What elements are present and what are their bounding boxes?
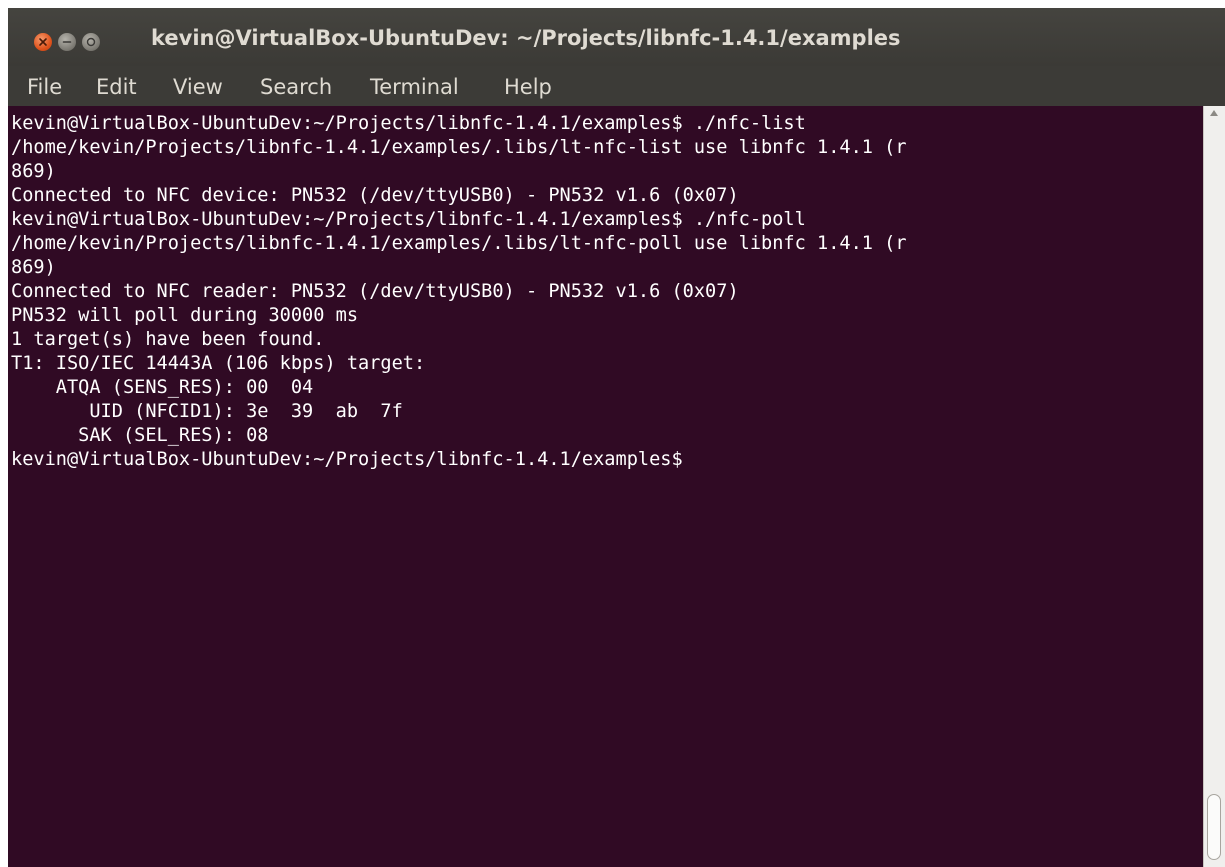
menu-help[interactable]: Help	[504, 75, 552, 99]
terminal-line: 869)	[11, 257, 56, 278]
terminal-output: kevin@VirtualBox-UbuntuDev:~/Projects/li…	[11, 112, 907, 472]
scrollbar-thumb[interactable]	[1207, 794, 1221, 860]
terminal-line: 1 target(s) have been found.	[11, 329, 325, 350]
maximize-icon[interactable]	[82, 33, 100, 51]
close-icon[interactable]	[34, 33, 52, 51]
terminal-window: kevin@VirtualBox-UbuntuDev: ~/Projects/l…	[8, 8, 1225, 867]
title-bar[interactable]: kevin@VirtualBox-UbuntuDev: ~/Projects/l…	[8, 8, 1225, 66]
terminal-line: PN532 will poll during 30000 ms	[11, 305, 359, 326]
terminal-line: Connected to NFC device: PN532 (/dev/tty…	[11, 185, 739, 206]
menu-search[interactable]: Search	[260, 75, 332, 99]
terminal-line: ATQA (SENS_RES): 00 04	[11, 377, 314, 398]
terminal-line: /home/kevin/Projects/libnfc-1.4.1/exampl…	[11, 137, 907, 158]
terminal-prompt-line: kevin@VirtualBox-UbuntuDev:~/Projects/li…	[11, 449, 683, 470]
terminal-area[interactable]: kevin@VirtualBox-UbuntuDev:~/Projects/li…	[8, 106, 1203, 867]
window-title: kevin@VirtualBox-UbuntuDev: ~/Projects/l…	[151, 26, 901, 50]
terminal-line: kevin@VirtualBox-UbuntuDev:~/Projects/li…	[11, 113, 806, 134]
minimize-icon[interactable]	[58, 33, 76, 51]
menu-terminal[interactable]: Terminal	[370, 75, 459, 99]
menu-file[interactable]: File	[27, 75, 62, 99]
vertical-scrollbar[interactable]	[1203, 106, 1225, 867]
terminal-line: UID (NFCID1): 3e 39 ab 7f	[11, 401, 403, 422]
terminal-line: T1: ISO/IEC 14443A (106 kbps) target:	[11, 353, 426, 374]
menu-bar: File Edit View Search Terminal Help	[8, 66, 1225, 106]
terminal-line: Connected to NFC reader: PN532 (/dev/tty…	[11, 281, 739, 302]
terminal-line: kevin@VirtualBox-UbuntuDev:~/Projects/li…	[11, 209, 806, 230]
menu-view[interactable]: View	[173, 75, 223, 99]
terminal-line: SAK (SEL_RES): 08	[11, 425, 269, 446]
scroll-up-arrow-icon[interactable]	[1210, 110, 1218, 116]
terminal-line: /home/kevin/Projects/libnfc-1.4.1/exampl…	[11, 233, 907, 254]
terminal-line: 869)	[11, 161, 56, 182]
menu-edit[interactable]: Edit	[96, 75, 137, 99]
